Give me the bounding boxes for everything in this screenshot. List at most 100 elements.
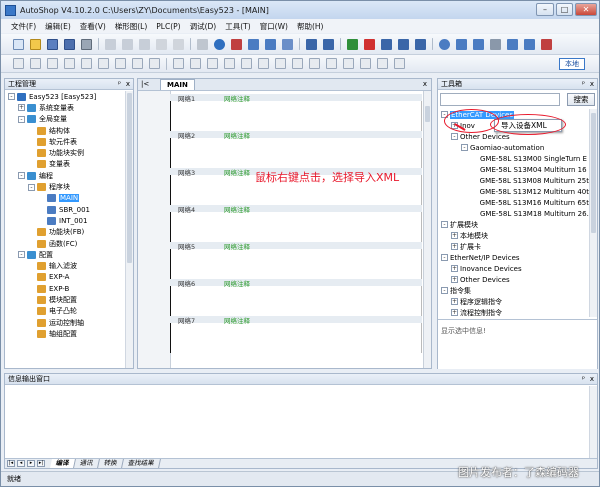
arrow-up-icon[interactable] xyxy=(343,58,354,69)
project-tree-item[interactable]: 函数(FC) xyxy=(5,238,125,249)
menu-view[interactable]: 查看(V) xyxy=(80,21,106,32)
project-tree-item[interactable]: 输入滤波 xyxy=(5,260,125,271)
project-tree-item[interactable]: - 程序块 xyxy=(5,181,125,192)
settings-icon[interactable] xyxy=(490,38,501,50)
cross-icon[interactable] xyxy=(377,58,388,69)
project-tree-item[interactable]: - Easy523 [Easy523] xyxy=(5,91,125,102)
delete-row-icon[interactable] xyxy=(207,58,218,69)
convert-icon[interactable] xyxy=(282,38,293,50)
compile-icon[interactable] xyxy=(248,38,259,50)
delete-icon[interactable] xyxy=(197,38,208,50)
nav-prev-icon[interactable]: ◂ xyxy=(17,460,25,467)
online-icon[interactable] xyxy=(415,38,426,50)
monitor-icon[interactable] xyxy=(306,38,317,50)
project-tree-item[interactable]: 功能块(FB) xyxy=(5,227,125,238)
collapse-icon[interactable]: - xyxy=(441,287,448,294)
close-button[interactable]: ✕ xyxy=(575,3,597,16)
undo-icon[interactable] xyxy=(156,38,167,50)
toolbox-tree-item[interactable]: + 本地模块 xyxy=(438,230,589,241)
network-comment[interactable]: 网络注释 xyxy=(224,167,250,177)
network-comment[interactable]: 网络注释 xyxy=(224,130,250,140)
cut-icon[interactable] xyxy=(105,38,116,50)
network-block[interactable]: 网络7 网络注释 xyxy=(170,316,422,353)
project-tree-item[interactable]: 模块配置 xyxy=(5,294,125,305)
tab-nav-left-icon[interactable]: |< xyxy=(141,80,149,88)
toolbox-tree-item[interactable]: - 指令集 xyxy=(438,285,589,296)
nav-last-icon[interactable]: ▸| xyxy=(37,460,45,467)
collapse-icon[interactable]: - xyxy=(28,183,35,191)
network-comment[interactable]: 网络注释 xyxy=(224,204,250,214)
project-tree-item[interactable]: - 编程 xyxy=(5,170,125,181)
nav-first-icon[interactable]: |◂ xyxy=(7,460,15,467)
toolbox-tree-item[interactable]: GME-58L S13M04 Multiturn 16 xyxy=(438,164,589,175)
project-tree-item[interactable]: 变量表 xyxy=(5,159,125,170)
stop-icon[interactable] xyxy=(364,38,375,50)
project-tree-item[interactable]: 功能块实例 xyxy=(5,147,125,158)
project-tree-item[interactable]: EXP-A xyxy=(5,272,125,283)
maximize-button[interactable]: □ xyxy=(556,3,573,16)
network-block[interactable]: 网络4 网络注释 xyxy=(170,205,422,242)
mark-icon[interactable] xyxy=(309,58,320,69)
network-rung-area[interactable] xyxy=(170,249,422,279)
label-icon[interactable] xyxy=(275,58,286,69)
network-rung-area[interactable] xyxy=(170,323,422,353)
project-tree-item[interactable]: 轴组配置 xyxy=(5,328,125,339)
io-icon[interactable] xyxy=(524,38,535,50)
project-tree-item[interactable]: 运动控制轴 xyxy=(5,317,125,328)
grid-icon[interactable] xyxy=(541,38,552,50)
network-block[interactable]: 网络6 网络注释 xyxy=(170,279,422,316)
tab-close-icon[interactable]: x xyxy=(423,80,427,88)
pin-icon[interactable]: ᵖ xyxy=(582,374,585,384)
project-tree-item[interactable]: EXP-B xyxy=(5,283,125,294)
vline-icon[interactable] xyxy=(132,58,143,69)
toolbox-tree-item[interactable]: + Inovance Devices xyxy=(438,263,589,274)
toolbox-tree-item[interactable]: GME-58L S13M12 Multiturn 40t xyxy=(438,186,589,197)
collapse-icon[interactable]: - xyxy=(18,115,25,123)
contact-nc-icon[interactable] xyxy=(30,58,41,69)
expand-icon[interactable]: + xyxy=(18,104,25,112)
trace-icon[interactable] xyxy=(456,38,467,50)
find-icon[interactable] xyxy=(214,38,225,50)
redo-icon[interactable] xyxy=(173,38,184,50)
editor-scrollbar[interactable] xyxy=(423,91,431,368)
wire-icon[interactable] xyxy=(394,58,405,69)
menu-debug[interactable]: 调试(D) xyxy=(190,21,217,32)
network-comment[interactable]: 网络注释 xyxy=(224,241,250,251)
expand-icon[interactable]: + xyxy=(451,276,458,283)
network-comment[interactable]: 网络注释 xyxy=(224,315,250,325)
project-tree-item[interactable]: INT_001 xyxy=(5,215,125,226)
pin-icon[interactable]: ᵖ xyxy=(582,79,585,89)
toolbox-tree-item[interactable]: + Other Devices xyxy=(438,274,589,285)
toolbox-tree-item[interactable]: + 流程控制指令 xyxy=(438,307,589,317)
tab-comm[interactable]: 通讯 xyxy=(74,459,100,468)
diagnose-icon[interactable] xyxy=(439,38,450,50)
insert-row-icon[interactable] xyxy=(173,58,184,69)
network-block[interactable]: 网络5 网络注释 xyxy=(170,242,422,279)
contact-no-icon[interactable] xyxy=(13,58,24,69)
arrow-down-icon[interactable] xyxy=(360,58,371,69)
project-tree-item[interactable]: 软元件表 xyxy=(5,136,125,147)
collapse-icon[interactable]: - xyxy=(461,144,468,151)
replace-icon[interactable] xyxy=(231,38,242,50)
project-tree-item[interactable]: + 系统变量表 xyxy=(5,102,125,113)
minimize-button[interactable]: – xyxy=(536,3,554,16)
network-block[interactable]: 网络1 网络注释 xyxy=(170,94,422,131)
menu-window[interactable]: 窗口(W) xyxy=(260,21,288,32)
toolbox-tree-item[interactable]: - EtherNet/IP Devices xyxy=(438,252,589,263)
jump-icon[interactable] xyxy=(258,58,269,69)
coil-icon[interactable] xyxy=(81,58,92,69)
pin-icon[interactable]: ᵖ xyxy=(118,79,121,89)
save-icon[interactable] xyxy=(47,38,58,50)
download-icon[interactable] xyxy=(323,38,334,50)
toolbox-tree-item[interactable]: GME-58L S13M18 Multiturn 26. xyxy=(438,208,589,219)
hline-icon[interactable] xyxy=(115,58,126,69)
tab-compile[interactable]: 编译 xyxy=(50,459,76,468)
toolbox-tree-item[interactable]: - Gaomiao-automation xyxy=(438,142,589,153)
compile-all-icon[interactable] xyxy=(265,38,276,50)
network-rung-area[interactable] xyxy=(170,286,422,316)
save-all-icon[interactable] xyxy=(64,38,75,50)
tab-find-results[interactable]: 查找结果 xyxy=(122,459,161,468)
local-selector[interactable]: 本地 xyxy=(559,58,585,70)
close-icon[interactable]: x xyxy=(590,374,594,384)
menu-file[interactable]: 文件(F) xyxy=(11,21,36,32)
